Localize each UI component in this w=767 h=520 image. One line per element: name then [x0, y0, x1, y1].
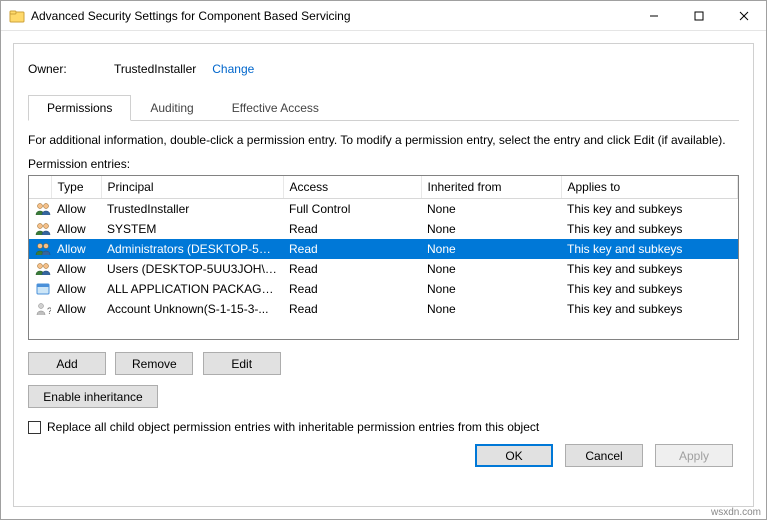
row-inherited: None: [421, 239, 561, 259]
row-access: Full Control: [283, 198, 421, 219]
table-row[interactable]: ?AllowAccount Unknown(S-1-15-3-...ReadNo…: [29, 299, 738, 319]
table-row[interactable]: AllowSYSTEMReadNoneThis key and subkeys: [29, 219, 738, 239]
tab-auditing[interactable]: Auditing: [131, 95, 212, 121]
row-applies: This key and subkeys: [561, 198, 738, 219]
content-area: Owner: TrustedInstaller Change Permissio…: [1, 31, 766, 519]
users-icon: [35, 221, 51, 237]
main-panel: Owner: TrustedInstaller Change Permissio…: [13, 43, 754, 507]
owner-value: TrustedInstaller: [114, 62, 196, 76]
change-owner-link[interactable]: Change: [212, 62, 254, 76]
replace-checkbox-row: Replace all child object permission entr…: [28, 420, 739, 434]
table-row[interactable]: AllowTrustedInstallerFull ControlNoneThi…: [29, 198, 738, 219]
entries-label: Permission entries:: [28, 157, 739, 171]
remove-button[interactable]: Remove: [115, 352, 193, 375]
row-type: Allow: [51, 259, 101, 279]
row-type: Allow: [51, 299, 101, 319]
window-title: Advanced Security Settings for Component…: [31, 9, 631, 23]
column-applies[interactable]: Applies to: [561, 176, 738, 198]
package-icon: [35, 281, 51, 297]
owner-row: Owner: TrustedInstaller Change: [28, 62, 739, 76]
row-icon-cell: [29, 239, 51, 259]
row-inherited: None: [421, 299, 561, 319]
apply-button[interactable]: Apply: [655, 444, 733, 467]
unknown-icon: ?: [35, 301, 51, 317]
column-principal[interactable]: Principal: [101, 176, 283, 198]
window-root: Advanced Security Settings for Component…: [0, 0, 767, 520]
row-principal: SYSTEM: [101, 219, 283, 239]
watermark: wsxdn.com: [711, 507, 761, 518]
cancel-button[interactable]: Cancel: [565, 444, 643, 467]
row-applies: This key and subkeys: [561, 279, 738, 299]
column-inherited[interactable]: Inherited from: [421, 176, 561, 198]
tab-effective-access[interactable]: Effective Access: [213, 95, 338, 121]
replace-checkbox-label: Replace all child object permission entr…: [47, 420, 539, 434]
minimize-button[interactable]: [631, 1, 676, 30]
column-icon[interactable]: [29, 176, 51, 198]
row-access: Read: [283, 239, 421, 259]
replace-checkbox[interactable]: [28, 421, 41, 434]
row-access: Read: [283, 279, 421, 299]
row-principal: ALL APPLICATION PACKAGES: [101, 279, 283, 299]
enable-inheritance-button[interactable]: Enable inheritance: [28, 385, 158, 408]
row-action-buttons: Add Remove Edit: [28, 352, 739, 375]
tab-permissions[interactable]: Permissions: [28, 95, 131, 121]
add-button[interactable]: Add: [28, 352, 106, 375]
table-row[interactable]: AllowALL APPLICATION PACKAGESReadNoneThi…: [29, 279, 738, 299]
column-access[interactable]: Access: [283, 176, 421, 198]
row-type: Allow: [51, 279, 101, 299]
inheritance-row: Enable inheritance: [28, 385, 739, 408]
folder-icon: [9, 8, 25, 24]
row-inherited: None: [421, 279, 561, 299]
table-row[interactable]: AllowUsers (DESKTOP-5UU3JOH\Us...ReadNon…: [29, 259, 738, 279]
row-principal: Users (DESKTOP-5UU3JOH\Us...: [101, 259, 283, 279]
users-icon: [35, 261, 51, 277]
table-header-row: Type Principal Access Inherited from App…: [29, 176, 738, 198]
row-applies: This key and subkeys: [561, 239, 738, 259]
row-icon-cell: [29, 219, 51, 239]
ok-button[interactable]: OK: [475, 444, 553, 467]
svg-text:?: ?: [47, 306, 51, 316]
row-type: Allow: [51, 219, 101, 239]
info-text: For additional information, double-click…: [28, 133, 739, 147]
row-inherited: None: [421, 259, 561, 279]
row-principal: Administrators (DESKTOP-5U...: [101, 239, 283, 259]
row-access: Read: [283, 259, 421, 279]
row-type: Allow: [51, 198, 101, 219]
table-row[interactable]: AllowAdministrators (DESKTOP-5U...ReadNo…: [29, 239, 738, 259]
row-access: Read: [283, 219, 421, 239]
titlebar: Advanced Security Settings for Component…: [1, 1, 766, 31]
users-icon: [35, 241, 51, 257]
permissions-table[interactable]: Type Principal Access Inherited from App…: [28, 175, 739, 340]
column-type[interactable]: Type: [51, 176, 101, 198]
dialog-footer: OK Cancel Apply: [28, 434, 739, 467]
row-inherited: None: [421, 198, 561, 219]
row-principal: TrustedInstaller: [101, 198, 283, 219]
edit-button[interactable]: Edit: [203, 352, 281, 375]
row-icon-cell: [29, 259, 51, 279]
users-icon: [35, 201, 51, 217]
tabstrip: Permissions Auditing Effective Access: [28, 94, 739, 121]
row-icon-cell: ?: [29, 299, 51, 319]
row-applies: This key and subkeys: [561, 259, 738, 279]
owner-label: Owner:: [28, 62, 114, 76]
row-principal: Account Unknown(S-1-15-3-...: [101, 299, 283, 319]
maximize-button[interactable]: [676, 1, 721, 30]
row-applies: This key and subkeys: [561, 219, 738, 239]
row-applies: This key and subkeys: [561, 299, 738, 319]
row-inherited: None: [421, 219, 561, 239]
row-access: Read: [283, 299, 421, 319]
row-type: Allow: [51, 239, 101, 259]
row-icon-cell: [29, 279, 51, 299]
close-button[interactable]: [721, 1, 766, 30]
row-icon-cell: [29, 198, 51, 219]
